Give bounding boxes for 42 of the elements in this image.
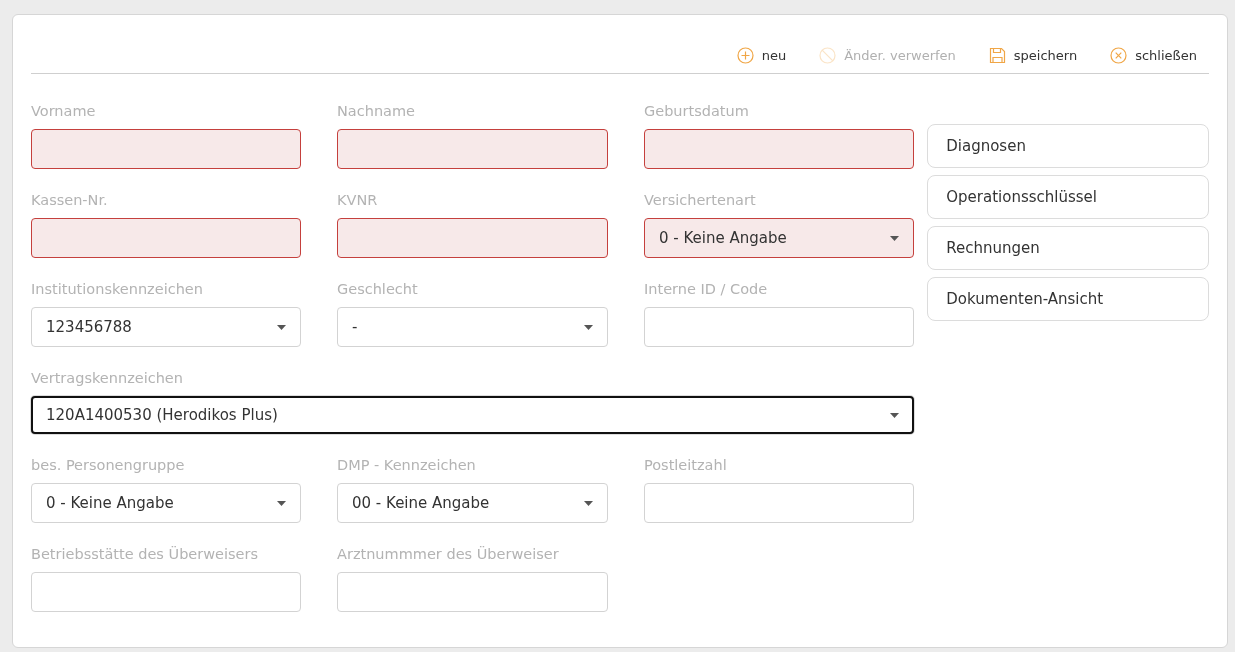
field-label: Institutionskennzeichen xyxy=(31,280,204,299)
field-label: Postleitzahl xyxy=(644,456,728,475)
field-label: KVNR xyxy=(337,191,379,210)
side-button[interactable]: Rechnungen xyxy=(927,226,1209,270)
field-label: Geburtsdatum xyxy=(644,102,750,121)
input-field[interactable] xyxy=(337,129,608,169)
dropdown[interactable]: - xyxy=(337,307,608,347)
plus-circle-icon xyxy=(736,46,754,64)
caret-icon xyxy=(890,412,899,418)
dropdown[interactable]: 00 - Keine Angabe xyxy=(337,483,608,523)
field-label: Versichertenart xyxy=(644,191,757,210)
caret-icon xyxy=(584,500,593,506)
field-label: Vorname xyxy=(31,102,97,121)
save-button[interactable]: speichern xyxy=(988,46,1078,64)
dropdown[interactable]: 0 - Keine Angabe xyxy=(31,483,301,523)
caret-icon xyxy=(277,500,286,506)
close-button[interactable]: schließen xyxy=(1110,46,1197,64)
field-label: Arztnummmer des Überweiser xyxy=(337,545,560,564)
input-field[interactable] xyxy=(31,218,301,258)
input-field[interactable] xyxy=(31,129,301,169)
field-label: Geschlecht xyxy=(337,280,419,299)
caret-icon xyxy=(277,324,286,330)
dropdown[interactable]: 120A1400530 (Herodikos Plus) xyxy=(31,396,914,434)
input-field[interactable] xyxy=(644,129,914,169)
field-label: Betriebsstätte des Überweisers xyxy=(31,545,260,564)
caret-icon xyxy=(890,235,899,241)
close-icon xyxy=(1110,46,1128,64)
prohibited-icon xyxy=(819,46,837,64)
field-label: Kassen-Nr. xyxy=(31,191,109,210)
dropdown[interactable]: 123456788 xyxy=(31,307,301,347)
side-button[interactable]: Operationsschlüssel xyxy=(927,175,1209,219)
dropdown[interactable]: 0 - Keine Angabe xyxy=(644,218,914,258)
caret-icon xyxy=(584,324,593,330)
new-button[interactable]: neu xyxy=(736,46,787,64)
field-label: bes. Personengruppe xyxy=(31,456,186,475)
field-label: Vertragskennzeichen xyxy=(31,369,184,388)
side-button[interactable]: Diagnosen xyxy=(927,124,1209,168)
field-label: DMP - Kennzeichen xyxy=(337,456,477,475)
input-field[interactable] xyxy=(337,218,608,258)
field-label: Nachname xyxy=(337,102,416,121)
side-button[interactable]: Dokumenten-Ansicht xyxy=(927,277,1209,321)
field-label: Interne ID / Code xyxy=(644,280,769,299)
